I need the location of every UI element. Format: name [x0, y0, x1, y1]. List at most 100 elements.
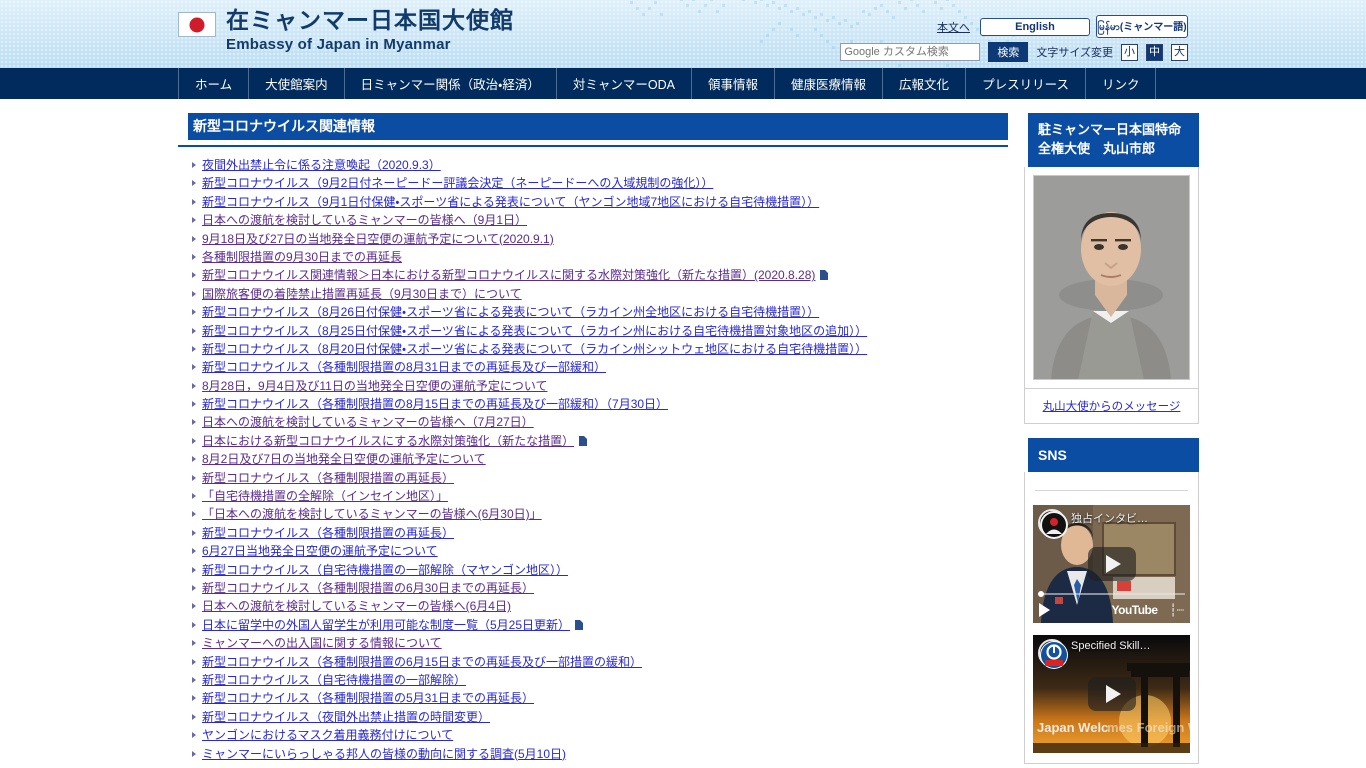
ambassador-box: 駐ミャンマー日本国特命全権大使 丸山市郎 丸山大使からのメッセージ [1024, 113, 1199, 424]
covid-link-9[interactable]: 新型コロナウイルス（8月25日付保健・スポーツ省による発表について（ラカイン州に… [202, 324, 867, 338]
document-icon [579, 435, 588, 446]
utility-nav-top: 本文へ English မြန်မာ(ミャンマー語) [937, 15, 1188, 38]
language-myanmar-button[interactable]: မြန်မာ(ミャンマー語) [1096, 15, 1188, 38]
list-item: 8月2日及び7日の当地発全日空便の運航予定について [192, 452, 1008, 466]
list-item: 新型コロナウイルス（各種制限措置の6月15日までの再延長及び一部措置の緩和） [192, 655, 1008, 669]
skip-to-content-link[interactable]: 本文へ [937, 19, 970, 35]
covid-link-26[interactable]: ミャンマーへの出入国に関する情報について [202, 636, 442, 650]
covid-link-12[interactable]: 8月28日，9月4日及び11日の当地発全日空便の運航予定について [202, 379, 547, 393]
video-1-small-play-icon[interactable] [1039, 602, 1050, 617]
covid-link-18[interactable]: 「自宅待機措置の全解除（インセイン地区）」 [202, 489, 448, 503]
font-size-large-button[interactable]: 大 [1171, 43, 1188, 61]
list-item: ミャンマーへの出入国に関する情報について [192, 636, 1008, 650]
main-navigation: ホーム 大使館案内 日ミャンマー関係（政治・経済） 対ミャンマーODA 領事情報 健康医療… [0, 68, 1366, 99]
list-item: 夜間外出禁止令に係る注意喚起（2020.9.3） [192, 158, 1008, 172]
nav-item-0[interactable]: ホーム [178, 68, 248, 99]
svg-text:Japan Welc: Japan Welc [1037, 720, 1108, 735]
covid-link-23[interactable]: 新型コロナウイルス（各種制限措置の6月30日までの再延長） [202, 581, 534, 595]
list-item: 日本への渡航を検討しているミャンマーの皆様へ（7月27日） [192, 415, 1008, 429]
covid-link-7[interactable]: 国際旅客便の着陸禁止措置再延長（9月30日まで）について [202, 287, 522, 301]
list-item: 日本への渡航を検討しているミャンマーの皆様へ（9月1日） [192, 213, 1008, 227]
covid-link-2[interactable]: 新型コロナウイルス（9月1日付保健・スポーツ省による発表について（ヤンゴン地域7… [202, 195, 819, 209]
nav-item-7[interactable]: プレスリリース [965, 68, 1085, 99]
covid-link-19[interactable]: 「日本への渡航を検討しているミャンマーの皆様へ(6月30日)」 [202, 507, 542, 521]
document-icon [575, 619, 584, 630]
list-item: 新型コロナウイルス（9月2日付ネーピードー評議会決定（ネーピードーへの入域規制の… [192, 176, 1008, 190]
covid-link-21[interactable]: 6月27日当地発全日空便の運航予定について [202, 544, 438, 558]
list-item: 国際旅客便の着陸禁止措置再延長（9月30日まで）について [192, 287, 1008, 301]
nav-item-1[interactable]: 大使館案内 [248, 68, 344, 99]
svg-text:mes Foreign Workers: mes Foreign Workers [1107, 720, 1190, 735]
covid-link-28[interactable]: 新型コロナウイルス（自宅待機措置の一部解除） [202, 673, 466, 687]
sns-video-1[interactable]: 独占インタビ… YouTube ┆┈ [1033, 504, 1190, 623]
font-size-small-button[interactable]: 小 [1121, 43, 1138, 61]
nav-item-8[interactable]: リンク [1084, 68, 1157, 99]
covid-link-20[interactable]: 新型コロナウイルス（各種制限措置の再延長） [202, 526, 454, 540]
sns-title: SNS [1024, 437, 1199, 472]
page-title-jp: 在ミャンマー日本国大使館 [226, 7, 514, 33]
list-item: 新型コロナウイルス（夜間外出禁止措置の時間変更） [192, 710, 1008, 724]
covid-link-5[interactable]: 各種制限措置の9月30日までの再延長 [202, 250, 402, 264]
covid-link-10[interactable]: 新型コロナウイルス（8月20日付保健・スポーツ省による発表について（ラカイン州シ… [202, 342, 867, 356]
nav-item-3[interactable]: 対ミャンマーODA [555, 68, 691, 99]
list-item: 新型コロナウイルス（各種制限措置の再延長） [192, 526, 1008, 540]
page-section-title: 新型コロナウイルス関連情報 [178, 113, 1008, 140]
nav-item-5[interactable]: 健康医療情報 [774, 68, 882, 99]
covid-link-24[interactable]: 日本への渡航を検討しているミャンマーの皆様へ(6月4日) [202, 599, 511, 613]
covid-link-6[interactable]: 新型コロナウイルス関連情報＞日本における新型コロナウイルスに関する水際対策強化（… [202, 268, 815, 282]
nav-item-6[interactable]: 広報文化 [882, 68, 965, 99]
video-2-channel-icon [1038, 638, 1068, 669]
search-button[interactable]: 検索 [988, 42, 1029, 62]
page-body: 新型コロナウイルス関連情報 夜間外出禁止令に係る注意喚起（2020.9.3） 新型… [0, 99, 1366, 768]
list-item: 新型コロナウイルス（自宅待機措置の一部解除） [192, 673, 1008, 687]
covid-link-3[interactable]: 日本への渡航を検討しているミャンマーの皆様へ（9月1日） [202, 213, 527, 227]
font-size-medium-button[interactable]: 中 [1146, 43, 1163, 61]
covid-link-25[interactable]: 日本に留学中の外国人留学生が利用可能な制度一覧（5月25日更新） [202, 618, 570, 632]
video-1-channel-icon [1038, 508, 1068, 539]
list-item: 「日本への渡航を検討しているミャンマーの皆様へ(6月30日)」 [192, 507, 1008, 521]
covid-link-17[interactable]: 新型コロナウイルス（各種制限措置の再延長） [202, 471, 454, 485]
covid-link-4[interactable]: 9月18日及び27日の当地発全日空便の運航予定について(2020.9.1) [202, 232, 554, 246]
covid-link-27[interactable]: 新型コロナウイルス（各種制限措置の6月15日までの再延長及び一部措置の緩和） [202, 655, 642, 669]
covid-link-16[interactable]: 8月2日及び7日の当地発全日空便の運航予定について [202, 452, 486, 466]
ambassador-title: 駐ミャンマー日本国特命全権大使 丸山市郎 [1024, 113, 1199, 167]
ambassador-photo-wrap [1024, 166, 1199, 389]
video-1-progress-bar[interactable] [1038, 590, 1185, 597]
list-item: 新型コロナウイルス（8月20日付保健・スポーツ省による発表について（ラカイン州シ… [192, 342, 1008, 356]
video-1-play-icon[interactable] [1087, 546, 1136, 581]
nav-item-2[interactable]: 日ミャンマー関係（政治・経済） [343, 68, 556, 99]
japan-flag-icon [178, 12, 216, 37]
nav-item-4[interactable]: 領事情報 [691, 68, 774, 99]
covid-link-32[interactable]: ミャンマーにいらっしゃる邦人の皆様の動向に関する調査(5月10日) [202, 747, 566, 761]
list-item: 新型コロナウイルス（各種制限措置の8月31日までの再延長及び一部緩和） [192, 360, 1008, 374]
site-brand[interactable]: 在ミャンマー日本国大使館 Embassy of Japan in Myanmar [178, 9, 514, 52]
covid-link-13[interactable]: 新型コロナウイルス（各種制限措置の8月15日までの再延長及び一部緩和）（7月30… [202, 397, 668, 411]
list-item: 新型コロナウイルス（8月25日付保健・スポーツ省による発表について（ラカイン州に… [192, 324, 1008, 338]
covid-link-11[interactable]: 新型コロナウイルス（各種制限措置の8月31日までの再延長及び一部緩和） [202, 360, 606, 374]
sns-body: 独占インタビ… YouTube ┆┈ Japan Welc mes Foreig… [1024, 471, 1199, 764]
sns-divider [1035, 489, 1188, 491]
covid-link-22[interactable]: 新型コロナウイルス（自宅待機措置の一部解除（マヤンゴン地区）） [202, 563, 568, 577]
covid-link-29[interactable]: 新型コロナウイルス（各種制限措置の5月31日までの再延長） [202, 691, 534, 705]
sidebar: 駐ミャンマー日本国特命全権大使 丸山市郎 丸山大使からのメッセージ SNS 独占… [1024, 113, 1199, 768]
covid-link-8[interactable]: 新型コロナウイルス（8月26日付保健・スポーツ省による発表について（ラカイン州全… [202, 305, 819, 319]
list-item: 新型コロナウイルス関連情報＞日本における新型コロナウイルスに関する水際対策強化（… [192, 268, 1008, 282]
ambassador-message-link[interactable]: 丸山大使からのメッセージ [1024, 388, 1199, 424]
video-1-fullscreen-icon[interactable]: ┆┈ [1170, 603, 1184, 617]
list-item: ミャンマーにいらっしゃる邦人の皆様の動向に関する調査(5月10日) [192, 747, 1008, 761]
video-1-control-bar: YouTube ┆┈ [1033, 597, 1190, 623]
list-item: 日本に留学中の外国人留学生が利用可能な制度一覧（5月25日更新） [192, 618, 1008, 632]
list-item: 日本における新型コロナウイルスにする水際対策強化（新たな措置） [192, 434, 1008, 448]
site-header: 在ミャンマー日本国大使館 Embassy of Japan in Myanmar… [0, 0, 1366, 68]
covid-link-0[interactable]: 夜間外出禁止令に係る注意喚起（2020.9.3） [202, 158, 441, 172]
covid-link-14[interactable]: 日本への渡航を検討しているミャンマーの皆様へ（7月27日） [202, 415, 534, 429]
covid-link-30[interactable]: 新型コロナウイルス（夜間外出禁止措置の時間変更） [202, 710, 490, 724]
language-english-button[interactable]: English [980, 17, 1090, 36]
video-2-title: Specified Skill… [1071, 639, 1151, 652]
covid-link-15[interactable]: 日本における新型コロナウイルスにする水際対策強化（新たな措置） [202, 434, 574, 448]
covid-link-1[interactable]: 新型コロナウイルス（9月2日付ネーピードー評議会決定（ネーピードーへの入域規制の… [202, 176, 713, 190]
search-input[interactable] [840, 43, 981, 61]
covid-link-31[interactable]: ヤンゴンにおけるマスク着用義務付けについて [202, 728, 453, 742]
sns-video-2[interactable]: Japan Welc mes Foreign Workers Specified… [1033, 634, 1190, 753]
video-2-play-icon[interactable] [1087, 676, 1136, 711]
